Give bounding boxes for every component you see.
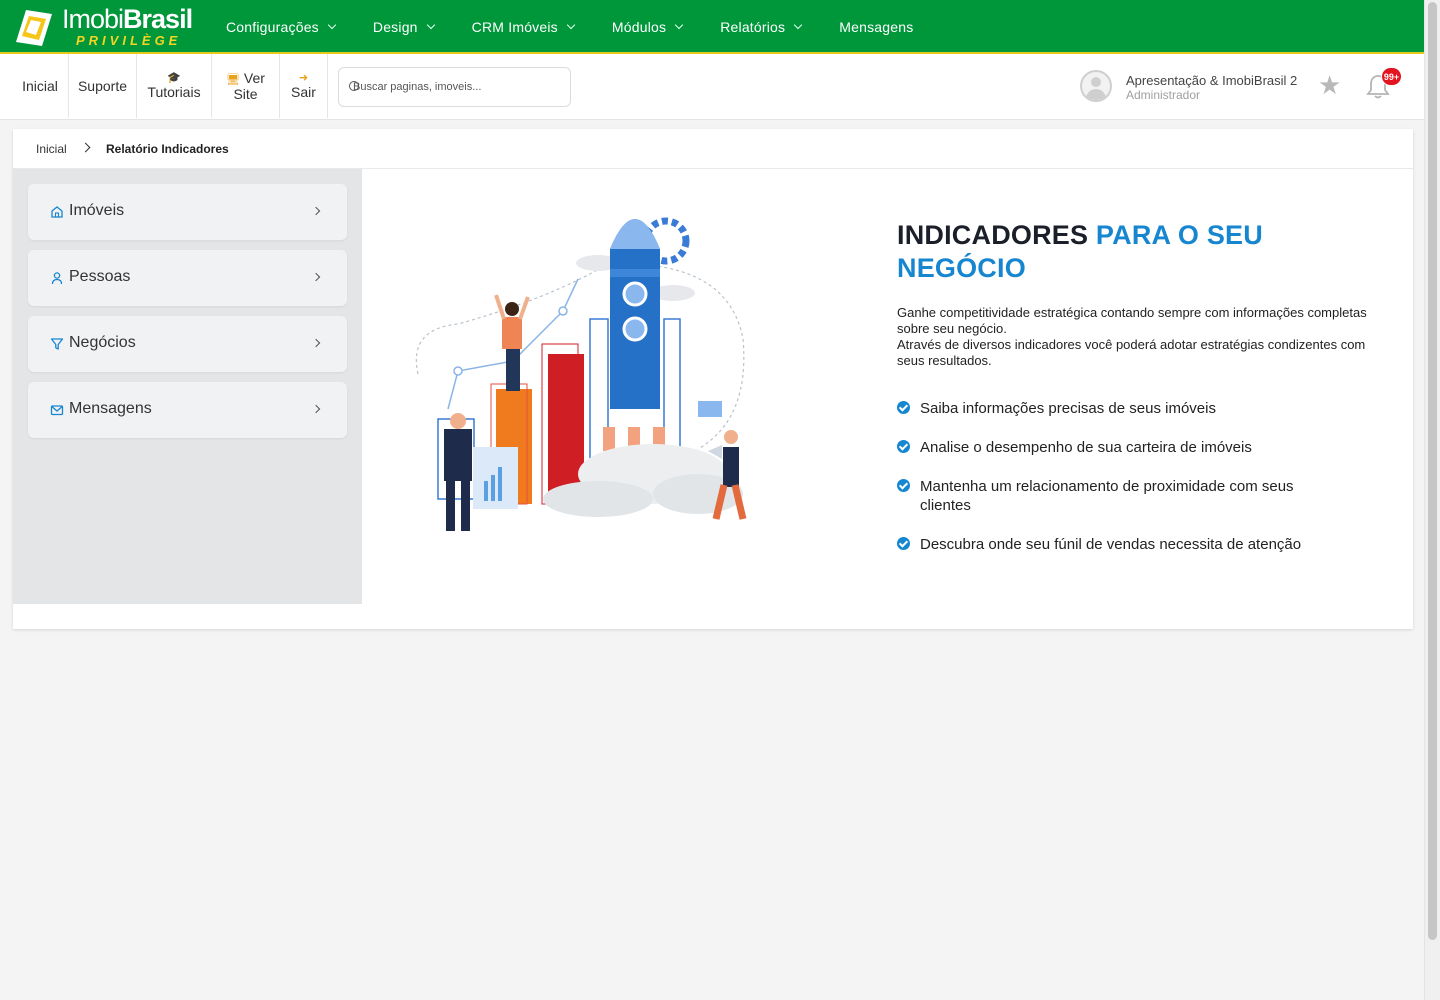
- toolbar-view-site-line2: Site: [233, 86, 258, 102]
- chevron-down-icon: [327, 20, 337, 30]
- toolbar-home-label: Inicial: [22, 78, 58, 94]
- nav-crm-imoveis[interactable]: CRM Imóveis: [472, 0, 576, 54]
- check-circle-icon: [897, 537, 910, 550]
- breadcrumb: Inicial Relatório Indicadores: [13, 129, 1413, 169]
- toolbar-home-link[interactable]: Inicial: [12, 54, 69, 118]
- chevron-right-icon: [311, 206, 321, 216]
- toolbar-tutorials-link[interactable]: 🎓 Tutoriais: [137, 54, 212, 118]
- sidebar-item-label: Negócios: [69, 334, 136, 351]
- monitor-icon: 🖥: [226, 74, 241, 86]
- user-name[interactable]: Apresentação & ImobiBrasil 2: [1126, 73, 1297, 88]
- check-circle-icon: [897, 401, 910, 414]
- page-headline: INDICADORES PARA O SEU NEGÓCIO: [897, 219, 1367, 285]
- check-circle-icon: [897, 479, 910, 492]
- page-description: Ganhe competitividade estratégica contan…: [897, 305, 1387, 369]
- nav-design[interactable]: Design: [373, 0, 435, 54]
- toolbar-support-label: Suporte: [77, 78, 128, 94]
- main-nav: Configurações Design CRM Imóveis Módulos…: [226, 0, 951, 54]
- feature-item: Mantenha um relacionamento de proximidad…: [897, 477, 1337, 515]
- sidebar-item-negocios[interactable]: Negócios: [28, 316, 347, 372]
- global-search: [338, 67, 571, 107]
- user-role: Administrador: [1126, 88, 1201, 102]
- mail-icon: [50, 405, 64, 416]
- home-icon: [51, 206, 63, 218]
- check-circle-icon: [897, 440, 910, 453]
- feature-item: Saiba informações precisas de seus imóve…: [897, 399, 1377, 418]
- chevron-down-icon: [794, 20, 803, 30]
- report-card: Inicial Relatório Indicadores Imóveis Pe…: [13, 129, 1413, 629]
- secondary-toolbar: Inicial Suporte 🎓 Tutoriais 🖥 Ver Site ➜…: [0, 54, 1424, 120]
- search-input[interactable]: [353, 68, 563, 106]
- scrollbar-thumb[interactable]: [1428, 2, 1437, 940]
- feature-list: Saiba informações precisas de seus imóve…: [897, 399, 1377, 554]
- sidebar-item-imoveis[interactable]: Imóveis: [28, 184, 347, 240]
- toolbar-tutorials-label: Tutoriais: [147, 84, 201, 100]
- favorites-star-icon[interactable]: ★: [1318, 72, 1341, 98]
- sidebar-item-mensagens[interactable]: Mensagens: [28, 382, 347, 438]
- description-line-1: Ganhe competitividade estratégica contan…: [897, 305, 1367, 336]
- nav-modulos[interactable]: Módulos: [612, 0, 684, 54]
- chevron-down-icon: [566, 20, 576, 30]
- brand-logo[interactable]: ImobiBrasil PRIVILÈGE: [12, 4, 193, 50]
- report-sidebar: Imóveis Pessoas Negócios Mensagens: [13, 169, 362, 604]
- growth-rocket-illustration: [415, 217, 747, 531]
- sidebar-item-pessoas[interactable]: Pessoas: [28, 250, 347, 306]
- sidebar-item-label: Imóveis: [69, 202, 125, 219]
- headline-primary: INDICADORES: [897, 220, 1089, 250]
- toolbar-logout-label: Sair: [291, 84, 316, 100]
- toolbar-view-site-line1: 🖥 Ver: [226, 70, 265, 86]
- toolbar-support-link[interactable]: Suporte: [69, 54, 137, 118]
- user-avatar[interactable]: [1080, 70, 1112, 102]
- logo-wordmark: ImobiBrasil: [62, 4, 193, 34]
- nav-relatorios[interactable]: Relatórios: [720, 0, 803, 54]
- logo-mark-icon: [16, 10, 52, 46]
- user-icon: [51, 272, 63, 285]
- graduation-cap-icon: 🎓: [167, 72, 181, 84]
- chevron-right-icon: [311, 404, 321, 414]
- breadcrumb-current: Relatório Indicadores: [106, 142, 229, 156]
- sign-out-icon: ➜: [298, 72, 309, 84]
- toolbar-logout-link[interactable]: ➜ Sair: [280, 54, 328, 118]
- feature-item: Descubra onde seu fúnil de vendas necess…: [897, 535, 1377, 554]
- breadcrumb-home[interactable]: Inicial: [36, 142, 67, 156]
- filter-icon: [50, 338, 64, 350]
- description-line-2: Através de diversos indicadores você pod…: [897, 337, 1366, 368]
- chevron-down-icon: [674, 20, 684, 30]
- feature-item: Analise o desempenho de sua carteira de …: [897, 438, 1377, 457]
- logo-tagline: PRIVILÈGE: [76, 33, 182, 48]
- page-scrollbar[interactable]: [1424, 0, 1440, 1000]
- sidebar-item-label: Pessoas: [69, 268, 131, 285]
- nav-mensagens[interactable]: Mensagens: [839, 0, 913, 54]
- notification-count-badge: 99+: [1381, 67, 1402, 86]
- sidebar-item-label: Mensagens: [69, 400, 152, 417]
- toolbar-view-site-link[interactable]: 🖥 Ver Site: [212, 54, 280, 118]
- chevron-down-icon: [426, 20, 435, 30]
- top-navbar: ImobiBrasil PRIVILÈGE Configurações Desi…: [0, 0, 1424, 54]
- chevron-right-icon: [80, 142, 91, 153]
- chevron-right-icon: [311, 272, 321, 282]
- nav-configuracoes[interactable]: Configurações: [226, 0, 337, 54]
- chevron-right-icon: [311, 338, 321, 348]
